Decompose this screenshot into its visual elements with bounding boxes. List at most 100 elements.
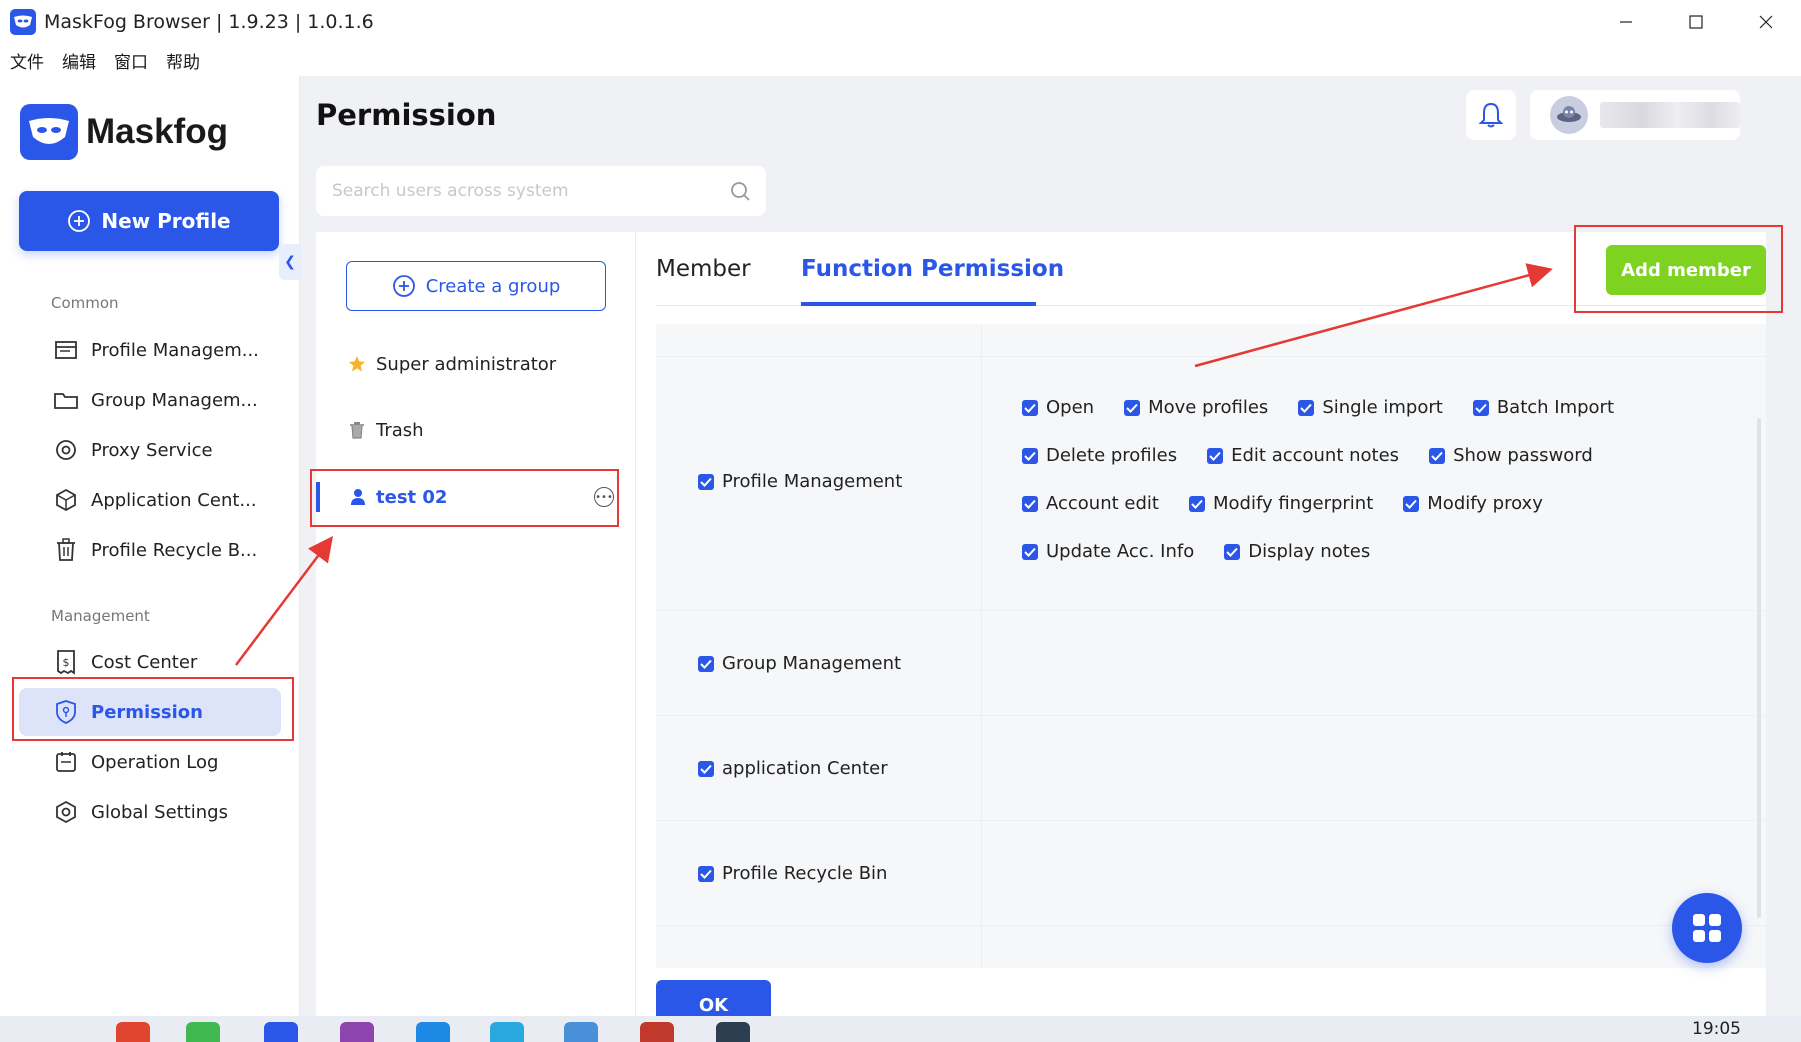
- checkbox-checked-icon: [1207, 447, 1224, 464]
- nav-application-center[interactable]: Application Cent...: [19, 476, 281, 524]
- telegram-taskbar-icon[interactable]: [490, 1022, 524, 1042]
- nav-group-management[interactable]: Group Managem...: [19, 376, 281, 424]
- browser-taskbar-icon[interactable]: [564, 1022, 598, 1042]
- trash-icon: [53, 537, 79, 563]
- sub-permission-label: Modify fingerprint: [1212, 493, 1374, 514]
- sub-permission-account-edit[interactable]: Account edit: [1022, 493, 1159, 514]
- title-bar: MaskFog Browser | 1.9.23 | 1.0.1.6: [0, 0, 1801, 44]
- new-profile-button[interactable]: New Profile: [19, 191, 279, 251]
- permission-row-group-management: Group Management: [656, 610, 1766, 715]
- scrollbar[interactable]: [1757, 418, 1761, 918]
- group-panel: Create a group Super administrator Trash…: [316, 232, 636, 1022]
- more-options-button[interactable]: •••: [594, 487, 614, 507]
- nav-permission[interactable]: Permission: [19, 688, 281, 736]
- permission-group-management[interactable]: Group Management: [698, 653, 901, 674]
- tab-member[interactable]: Member: [656, 256, 751, 302]
- window-title: MaskFog Browser | 1.9.23 | 1.0.1.6: [44, 11, 374, 33]
- search-input[interactable]: [332, 181, 730, 201]
- nav-global-settings[interactable]: Global Settings: [19, 788, 281, 836]
- sub-permission-update-acc-info[interactable]: Update Acc. Info: [1022, 541, 1194, 562]
- create-group-button[interactable]: Create a group: [346, 261, 606, 311]
- permission-label: Profile Management: [722, 471, 903, 492]
- maximize-button[interactable]: [1661, 0, 1731, 44]
- permission-row-application-center: application Center: [656, 715, 1766, 820]
- menu-bar: 文件 编辑 窗口 帮助: [0, 44, 1801, 76]
- sub-permission-modify-fingerprint[interactable]: Modify fingerprint: [1188, 493, 1374, 514]
- menu-help[interactable]: 帮助: [166, 48, 200, 73]
- checkbox-checked-icon: [1124, 399, 1141, 416]
- sub-permission-show-password[interactable]: Show password: [1429, 445, 1593, 466]
- collapse-sidebar-button[interactable]: ❮: [279, 244, 301, 280]
- sub-permission-single-import[interactable]: Single import: [1298, 397, 1443, 418]
- sub-permission-label: Batch Import: [1496, 397, 1615, 418]
- nav-label: Profile Managem...: [91, 339, 259, 361]
- nav-cost-center[interactable]: $ Cost Center: [19, 638, 281, 686]
- row-divider: [656, 925, 1766, 926]
- minimize-button[interactable]: [1591, 0, 1661, 44]
- sub-permission-delete-profiles[interactable]: Delete profiles: [1022, 445, 1177, 466]
- recorder-taskbar-icon[interactable]: [640, 1022, 674, 1042]
- nav-proxy-service[interactable]: Proxy Service: [19, 426, 281, 474]
- plus-circle-icon: [68, 210, 91, 232]
- sub-permission-row: Open Move profiles Single import Batch I…: [1022, 397, 1614, 418]
- permission-profile-management[interactable]: Profile Management: [698, 471, 902, 492]
- permission-profile-recycle-bin[interactable]: Profile Recycle Bin: [698, 863, 887, 884]
- checkbox-checked-icon: [1022, 447, 1038, 464]
- sub-permission-label: Open: [1046, 397, 1095, 418]
- group-test-02[interactable]: test 02 •••: [316, 472, 626, 522]
- onenote-taskbar-icon[interactable]: [340, 1022, 374, 1042]
- star-icon: [349, 356, 365, 372]
- add-member-button[interactable]: Add member: [1606, 245, 1766, 295]
- menu-edit[interactable]: 编辑: [62, 48, 96, 73]
- checkbox-checked-icon: [698, 865, 714, 882]
- create-group-label: Create a group: [425, 275, 561, 297]
- apps-fab-button[interactable]: [1672, 893, 1742, 963]
- plus-circle-icon: [392, 275, 415, 297]
- menu-file[interactable]: 文件: [10, 48, 44, 73]
- group-trash[interactable]: Trash: [348, 410, 424, 450]
- group-label: Trash: [376, 419, 424, 441]
- taskbar: 19:05: [0, 1016, 1801, 1042]
- permission-label: Group Management: [722, 653, 902, 674]
- sub-permission-label: Account edit: [1046, 493, 1159, 514]
- sub-permission-batch-import[interactable]: Batch Import: [1472, 397, 1615, 418]
- sub-permission-label: Move profiles: [1148, 397, 1269, 418]
- tab-function-permission[interactable]: Function Permission: [801, 256, 1064, 302]
- taskbar-clock: 19:05: [1692, 1019, 1741, 1039]
- checkbox-checked-icon: [698, 473, 714, 490]
- permission-application-center[interactable]: application Center: [698, 758, 888, 779]
- wechat-taskbar-icon[interactable]: [186, 1022, 220, 1042]
- sub-permission-move-profiles[interactable]: Move profiles: [1124, 397, 1268, 418]
- grid-apps-icon: [1693, 914, 1721, 942]
- maskfog-taskbar-icon[interactable]: [264, 1022, 298, 1042]
- cube-icon: [53, 487, 79, 513]
- sub-permission-edit-account-notes[interactable]: Edit account notes: [1207, 445, 1399, 466]
- user-icon: [351, 489, 365, 505]
- user-name-blurred: [1600, 102, 1740, 128]
- sub-permission-display-notes[interactable]: Display notes: [1224, 541, 1370, 562]
- nav-operation-log[interactable]: Operation Log: [19, 738, 281, 786]
- checkbox-checked-icon: [1022, 495, 1038, 512]
- nav-profile-recycle-bin[interactable]: Profile Recycle B...: [19, 526, 281, 574]
- user-menu[interactable]: [1530, 90, 1740, 140]
- sub-permission-modify-proxy[interactable]: Modify proxy: [1403, 493, 1543, 514]
- nav-label: Application Cent...: [91, 489, 257, 511]
- nav-profile-management[interactable]: Profile Managem...: [19, 326, 281, 374]
- section-common: Common: [51, 294, 119, 312]
- notifications-button[interactable]: [1466, 90, 1516, 140]
- app-taskbar-icon[interactable]: [416, 1022, 450, 1042]
- maskfog-app-icon: [10, 9, 36, 35]
- group-super-administrator[interactable]: Super administrator: [348, 344, 556, 384]
- sub-permission-open[interactable]: Open: [1022, 397, 1094, 418]
- new-profile-label: New Profile: [101, 209, 231, 233]
- location-pin-icon: [53, 437, 79, 463]
- nav-label: Operation Log: [91, 751, 219, 773]
- close-button[interactable]: [1731, 0, 1801, 44]
- permission-table: Profile Management Open Move profiles Si…: [656, 324, 1766, 968]
- sub-permission-label: Single import: [1322, 397, 1443, 418]
- section-management: Management: [51, 607, 150, 625]
- chrome-taskbar-icon[interactable]: [116, 1022, 150, 1042]
- search-icon[interactable]: [730, 181, 750, 201]
- app2-taskbar-icon[interactable]: [716, 1022, 750, 1042]
- menu-window[interactable]: 窗口: [114, 48, 148, 73]
